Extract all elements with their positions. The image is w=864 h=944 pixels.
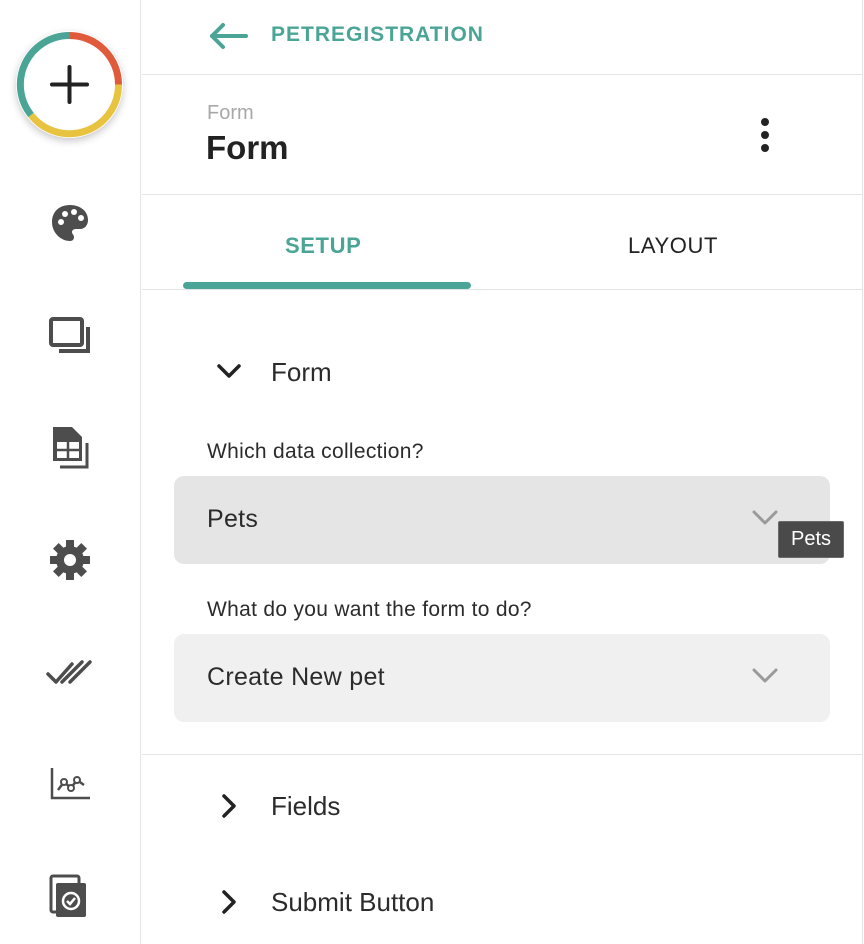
collection-tooltip: Pets xyxy=(778,521,845,558)
chevron-down-icon xyxy=(752,668,778,683)
arrow-left-icon[interactable] xyxy=(208,22,250,50)
section-form-toggle[interactable]: Form xyxy=(214,352,614,392)
section-divider xyxy=(142,754,863,755)
chevron-right-icon xyxy=(222,890,236,914)
component-header: Form Form xyxy=(142,75,863,195)
line-chart-icon[interactable] xyxy=(44,758,96,810)
palette-icon[interactable] xyxy=(44,197,96,249)
action-select[interactable]: Create New pet xyxy=(174,634,830,722)
more-vertical-icon[interactable] xyxy=(744,113,784,157)
chevron-down-icon xyxy=(752,510,778,525)
tab-bar: SETUP LAYOUT xyxy=(142,195,863,290)
double-check-icon[interactable] xyxy=(44,646,96,698)
left-icon-rail xyxy=(0,0,141,944)
collection-label: Which data collection? xyxy=(207,440,424,463)
spreadsheet-icon[interactable] xyxy=(44,421,96,473)
section-fields-label: Fields xyxy=(271,791,341,821)
layers-icon[interactable] xyxy=(44,310,96,362)
action-value: Create New pet xyxy=(207,663,385,691)
component-type-label: Form xyxy=(207,102,254,124)
form-settings-panel: PETREGISTRATION Form Form SETUP LAYOUT F… xyxy=(142,0,863,944)
add-button[interactable] xyxy=(16,31,123,138)
plus-icon xyxy=(16,31,123,138)
top-bar: PETREGISTRATION xyxy=(142,0,863,75)
chevron-right-icon xyxy=(222,794,236,818)
chevron-down-icon xyxy=(217,364,241,378)
section-fields-toggle[interactable]: Fields xyxy=(214,786,614,826)
action-label: What do you want the form to do? xyxy=(207,598,532,621)
collection-value: Pets xyxy=(207,505,259,533)
tab-setup[interactable]: SETUP xyxy=(285,233,361,259)
section-form-label: Form xyxy=(271,357,332,387)
section-submit-label: Submit Button xyxy=(271,887,435,917)
section-submit-toggle[interactable]: Submit Button xyxy=(214,882,614,922)
back-link[interactable]: PETREGISTRATION xyxy=(271,23,484,47)
component-title: Form xyxy=(206,129,289,166)
collection-select[interactable]: Pets Pets xyxy=(174,476,845,564)
active-tab-indicator xyxy=(183,282,471,289)
gear-icon[interactable] xyxy=(44,534,96,586)
tab-layout[interactable]: LAYOUT xyxy=(628,233,718,259)
document-check-icon[interactable] xyxy=(44,870,96,922)
